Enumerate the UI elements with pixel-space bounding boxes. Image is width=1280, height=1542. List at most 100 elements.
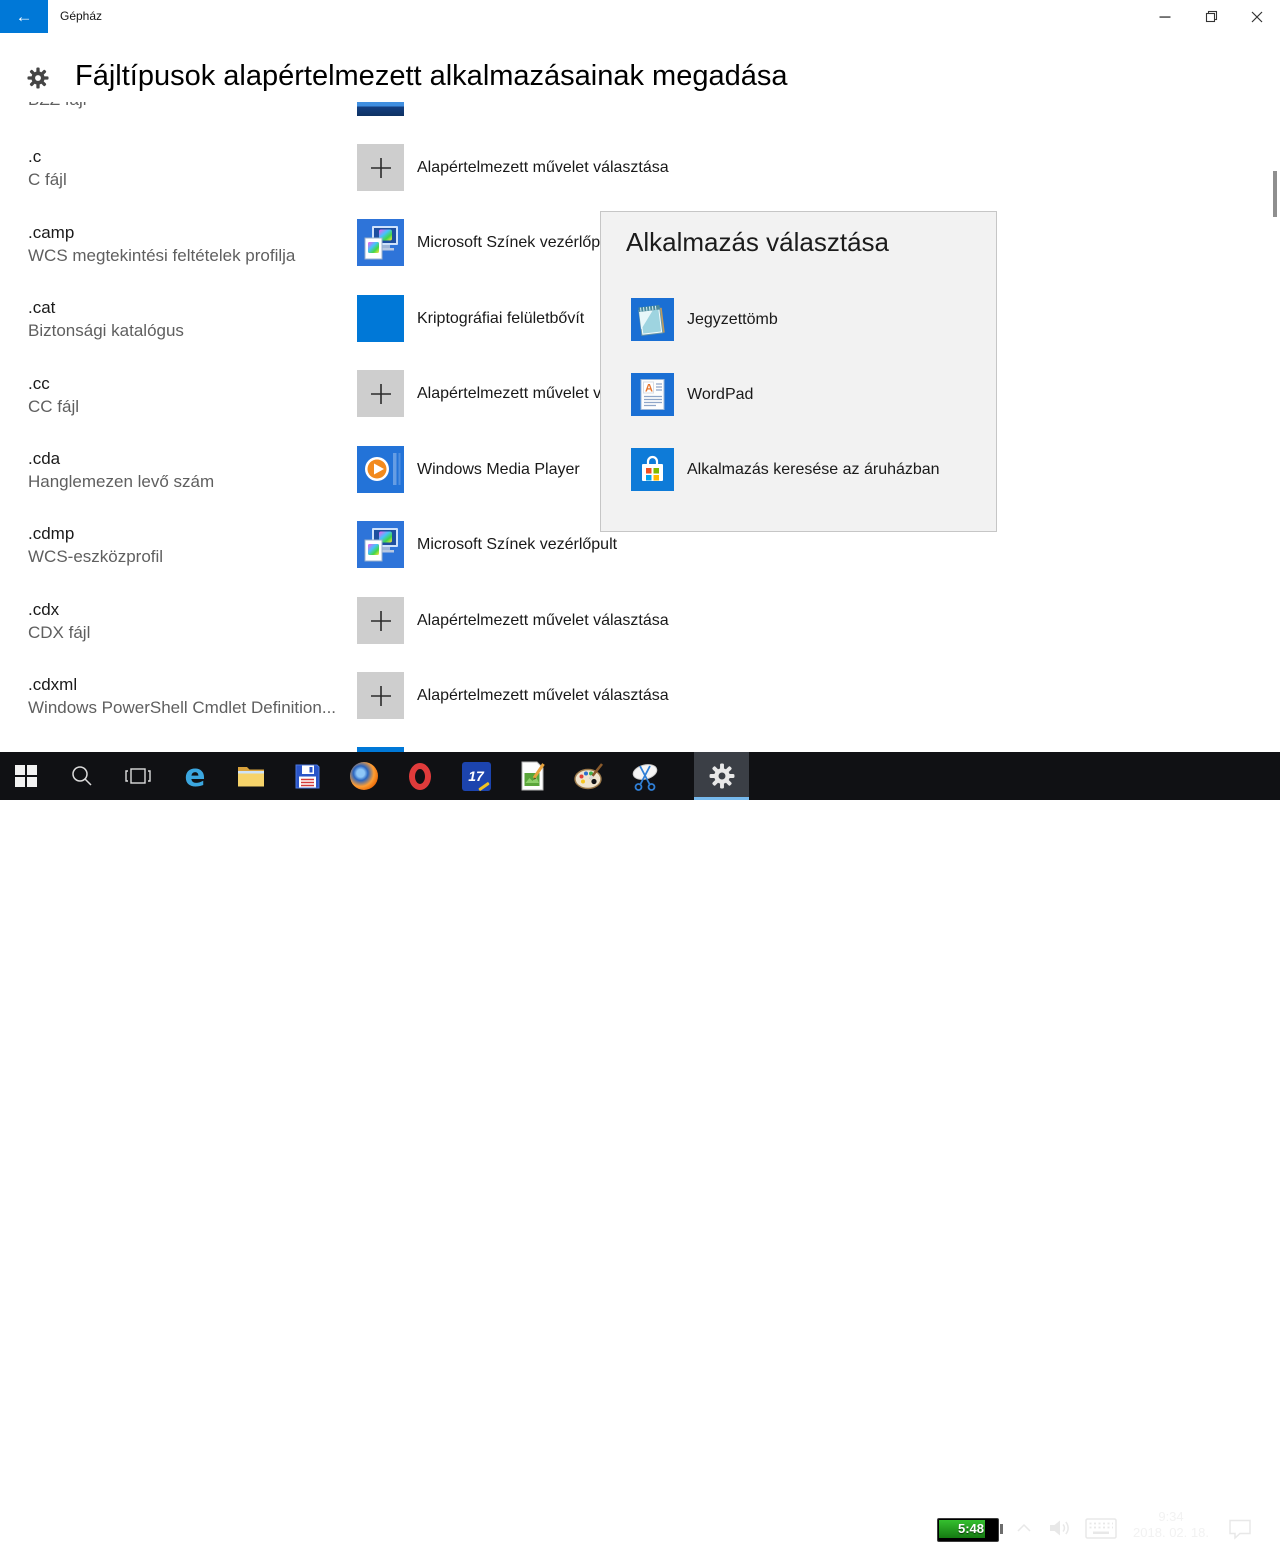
plus-icon bbox=[357, 597, 404, 644]
popup-item-wordpad[interactable]: A WordPad bbox=[631, 373, 753, 416]
edge-button[interactable]: e bbox=[171, 752, 219, 800]
keyboard-icon bbox=[1085, 1517, 1117, 1539]
app-row[interactable]: Windows Media Player bbox=[357, 446, 580, 493]
app-row[interactable]: Microsoft Színek vezérlőpult bbox=[357, 219, 617, 266]
plus-icon bbox=[357, 370, 404, 417]
calendar-app-button[interactable]: 17 bbox=[452, 752, 500, 800]
popup-item-store-search[interactable]: Alkalmazás keresése az áruházban bbox=[631, 448, 940, 491]
restore-button[interactable] bbox=[1188, 0, 1234, 33]
popup-item-label: WordPad bbox=[687, 385, 754, 403]
back-button[interactable]: ← bbox=[0, 0, 48, 33]
settings-taskbar-button[interactable] bbox=[694, 752, 749, 800]
image-viewer-button[interactable] bbox=[509, 752, 557, 800]
chevron-up-icon bbox=[1017, 1523, 1031, 1532]
file-desc: WCS-eszközprofil bbox=[28, 547, 164, 566]
notepad-icon bbox=[631, 298, 674, 341]
app-row[interactable]: Alapértelmezett művelet választása bbox=[357, 144, 669, 191]
file-type-row: .camp WCS megtekintési feltételek profil… bbox=[28, 223, 295, 266]
app-label: Alapértelmezett művelet választása bbox=[417, 611, 669, 629]
file-type-row: .cat Biztonsági katalógus bbox=[28, 298, 184, 341]
battery-meter[interactable]: 5:48 bbox=[937, 1518, 1003, 1542]
clock-time: 9:34 bbox=[1158, 1509, 1184, 1524]
search-icon bbox=[72, 766, 92, 786]
file-ext: .cdmp bbox=[28, 524, 75, 543]
clock-date: 2018. 02. 18. bbox=[1133, 1525, 1209, 1540]
file-desc: CDX fájl bbox=[28, 623, 91, 642]
folder-icon bbox=[238, 767, 264, 787]
file-ext: .cdx bbox=[28, 600, 60, 619]
file-ext: .cda bbox=[28, 449, 61, 468]
volume-button[interactable] bbox=[1046, 1516, 1074, 1540]
app-label: Alapértelmezett művelet választása bbox=[417, 158, 669, 176]
popup-title: Alkalmazás választása bbox=[626, 227, 889, 257]
file-type-row: .c C fájl bbox=[28, 147, 67, 190]
file-desc: C fájl bbox=[28, 170, 67, 189]
app-label: Microsoft Színek vezérlőpult bbox=[417, 535, 618, 553]
window-header: ← Gépház Fájltípusok alapértelmezett alk… bbox=[0, 0, 1280, 102]
app-row[interactable]: Microsoft Színek vezérlőpult bbox=[357, 521, 617, 568]
file-type-row: .cdxml Windows PowerShell Cmdlet Definit… bbox=[28, 675, 336, 718]
file-desc: WCS megtekintési feltételek profilja bbox=[28, 246, 296, 265]
file-desc: Biztonsági katalógus bbox=[28, 321, 184, 340]
app-row[interactable]: Alapértelmezett művelet választása bbox=[357, 597, 669, 644]
crypto-shell-icon bbox=[357, 295, 404, 342]
app-row[interactable]: Alapértelmezett művelet választása bbox=[357, 672, 669, 719]
minimize-button[interactable] bbox=[1142, 0, 1188, 33]
file-explorer-button[interactable] bbox=[227, 752, 275, 800]
file-ext: .cat bbox=[28, 298, 56, 317]
page-title: Fájltípusok alapértelmezett alkalmazásai… bbox=[75, 60, 788, 92]
file-desc: Hanglemezen levő szám bbox=[28, 472, 215, 491]
opera-button[interactable] bbox=[396, 752, 444, 800]
gear-icon bbox=[709, 763, 735, 789]
speaker-icon bbox=[1050, 1520, 1069, 1536]
plus-icon bbox=[357, 144, 404, 191]
file-type-row: .cda Hanglemezen levő szám bbox=[28, 449, 214, 492]
svg-text:A: A bbox=[645, 383, 653, 395]
app-label: Alapértelmezett művelet választása bbox=[417, 686, 669, 704]
file-type-row: .cdx CDX fájl bbox=[28, 600, 90, 643]
edge-icon: e bbox=[184, 757, 206, 794]
start-button[interactable] bbox=[2, 752, 50, 800]
file-ext: .camp bbox=[28, 223, 75, 242]
floppy-app-button[interactable] bbox=[283, 752, 331, 800]
touch-keyboard-button[interactable] bbox=[1084, 1517, 1118, 1539]
calendar-17-icon: 17 bbox=[461, 761, 491, 791]
app-label: Windows Media Player bbox=[417, 460, 580, 478]
snipping-tool-icon bbox=[632, 763, 658, 791]
file-ext: .cc bbox=[28, 374, 50, 393]
snipping-tool-button[interactable] bbox=[621, 752, 669, 800]
windows-logo-icon bbox=[15, 765, 37, 787]
store-icon bbox=[631, 448, 674, 491]
wordpad-icon: A bbox=[631, 373, 674, 416]
wmp-icon bbox=[357, 446, 404, 493]
taskbar: e 17 5:48 9:34 2018. 02. 18. bbox=[0, 752, 1280, 1542]
settings-gear-icon bbox=[27, 67, 49, 89]
app-label: Microsoft Színek vezérlőpult bbox=[417, 233, 618, 251]
popup-item-label: Alkalmazás keresése az áruházban bbox=[687, 460, 940, 478]
search-button[interactable] bbox=[58, 752, 106, 800]
firefox-button[interactable] bbox=[340, 752, 388, 800]
window-title: Gépház bbox=[60, 9, 103, 23]
taskbar-clock[interactable]: 9:34 2018. 02. 18. bbox=[1118, 1509, 1224, 1541]
app-row[interactable]: Kriptográfiai felületbővít bbox=[357, 295, 584, 342]
file-type-row: .cc CC fájl bbox=[28, 374, 79, 417]
file-desc: CC fájl bbox=[28, 397, 80, 416]
paint-palette-icon bbox=[574, 762, 604, 789]
file-type-row: .cdmp WCS-eszközprofil bbox=[28, 524, 163, 567]
file-ext: .c bbox=[28, 147, 42, 166]
notification-bubble-icon bbox=[1229, 1519, 1251, 1540]
file-desc: Windows PowerShell Cmdlet Definition... bbox=[28, 698, 337, 717]
battery-time: 5:48 bbox=[957, 1521, 984, 1536]
image-document-icon bbox=[521, 761, 545, 791]
back-arrow-icon: ← bbox=[15, 6, 33, 26]
tray-overflow-button[interactable] bbox=[1012, 1518, 1036, 1538]
action-center-button[interactable] bbox=[1226, 1517, 1254, 1541]
close-button[interactable] bbox=[1234, 0, 1280, 33]
popup-item-notepad[interactable]: Jegyzettömb bbox=[631, 298, 778, 341]
task-view-button[interactable] bbox=[114, 752, 162, 800]
opera-icon bbox=[409, 762, 431, 790]
paint-button[interactable] bbox=[565, 752, 613, 800]
file-ext: .cdxml bbox=[28, 675, 78, 694]
ms-colors-icon bbox=[357, 521, 404, 568]
scrollbar-thumb[interactable] bbox=[1273, 171, 1277, 217]
